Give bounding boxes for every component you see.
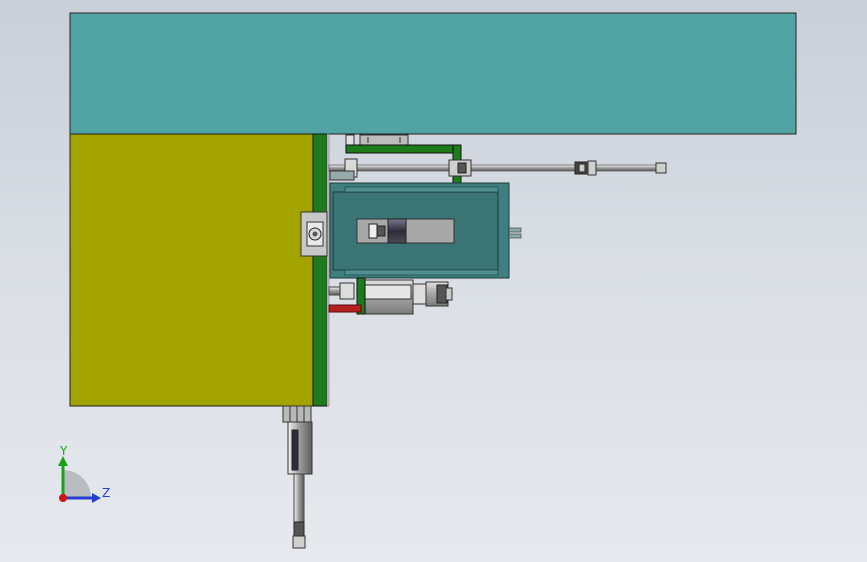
- top-plate[interactable]: [69, 12, 797, 135]
- upper-rod[interactable]: [328, 158, 667, 181]
- plate-bevel: [326, 133, 330, 407]
- bottom-cylinder[interactable]: [282, 405, 313, 549]
- upper-green-bracket[interactable]: [345, 144, 462, 184]
- y-axis-label: Y: [59, 444, 68, 458]
- axis-triad: Y Z: [58, 444, 110, 503]
- red-rod[interactable]: [328, 304, 362, 313]
- triad-arc: [63, 470, 91, 498]
- z-axis-arrow: [92, 493, 101, 503]
- bearing-block[interactable]: [300, 211, 328, 257]
- cad-viewport[interactable]: Y Z: [0, 0, 867, 562]
- side-block[interactable]: [69, 133, 315, 407]
- green-mounting-plate[interactable]: [312, 133, 328, 407]
- inner-cylinder[interactable]: [356, 218, 455, 244]
- z-axis-label: Z: [102, 486, 110, 500]
- x-axis-dot: [59, 494, 67, 502]
